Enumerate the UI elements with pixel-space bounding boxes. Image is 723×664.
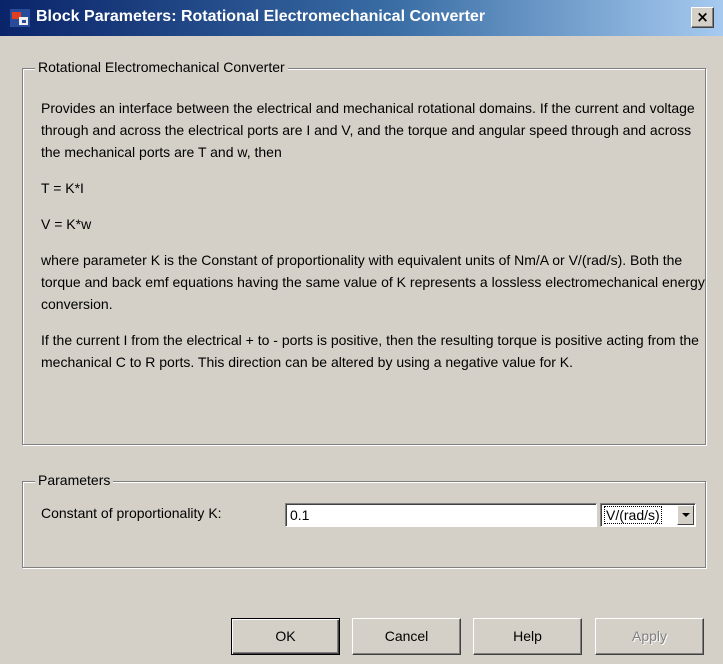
chevron-down-icon[interactable] — [677, 505, 694, 525]
close-icon: × — [696, 8, 709, 26]
k-unit-dropdown[interactable]: V/(rad/s) — [600, 503, 696, 527]
description-group: Rotational Electromechanical Converter P… — [22, 59, 706, 445]
description-text: Provides an interface between the electr… — [41, 97, 711, 387]
k-unit-value: V/(rad/s) — [604, 506, 662, 524]
simulink-block-icon — [10, 9, 30, 27]
window-title: Block Parameters: Rotational Electromech… — [36, 8, 486, 25]
parameters-group: Parameters Constant of proportionality K… — [22, 472, 706, 568]
title-bar: Block Parameters: Rotational Electromech… — [0, 0, 723, 36]
k-parameter-label: Constant of proportionality K: — [41, 505, 222, 521]
parameters-group-label: Parameters — [35, 472, 114, 488]
description-paragraph: If the current I from the electrical + t… — [41, 332, 699, 370]
apply-button: Apply — [595, 618, 704, 655]
k-parameter-input[interactable] — [285, 503, 597, 527]
help-button[interactable]: Help — [473, 618, 582, 655]
description-group-label: Rotational Electromechanical Converter — [35, 59, 288, 75]
description-paragraph: where parameter K is the Constant of pro… — [41, 252, 705, 312]
voltage-equation: V = K*w — [41, 216, 92, 232]
close-button[interactable]: × — [691, 7, 714, 28]
torque-equation: T = K*I — [41, 180, 84, 196]
cancel-button[interactable]: Cancel — [352, 618, 461, 655]
ok-button[interactable]: OK — [231, 618, 340, 655]
description-paragraph: Provides an interface between the electr… — [41, 100, 695, 160]
